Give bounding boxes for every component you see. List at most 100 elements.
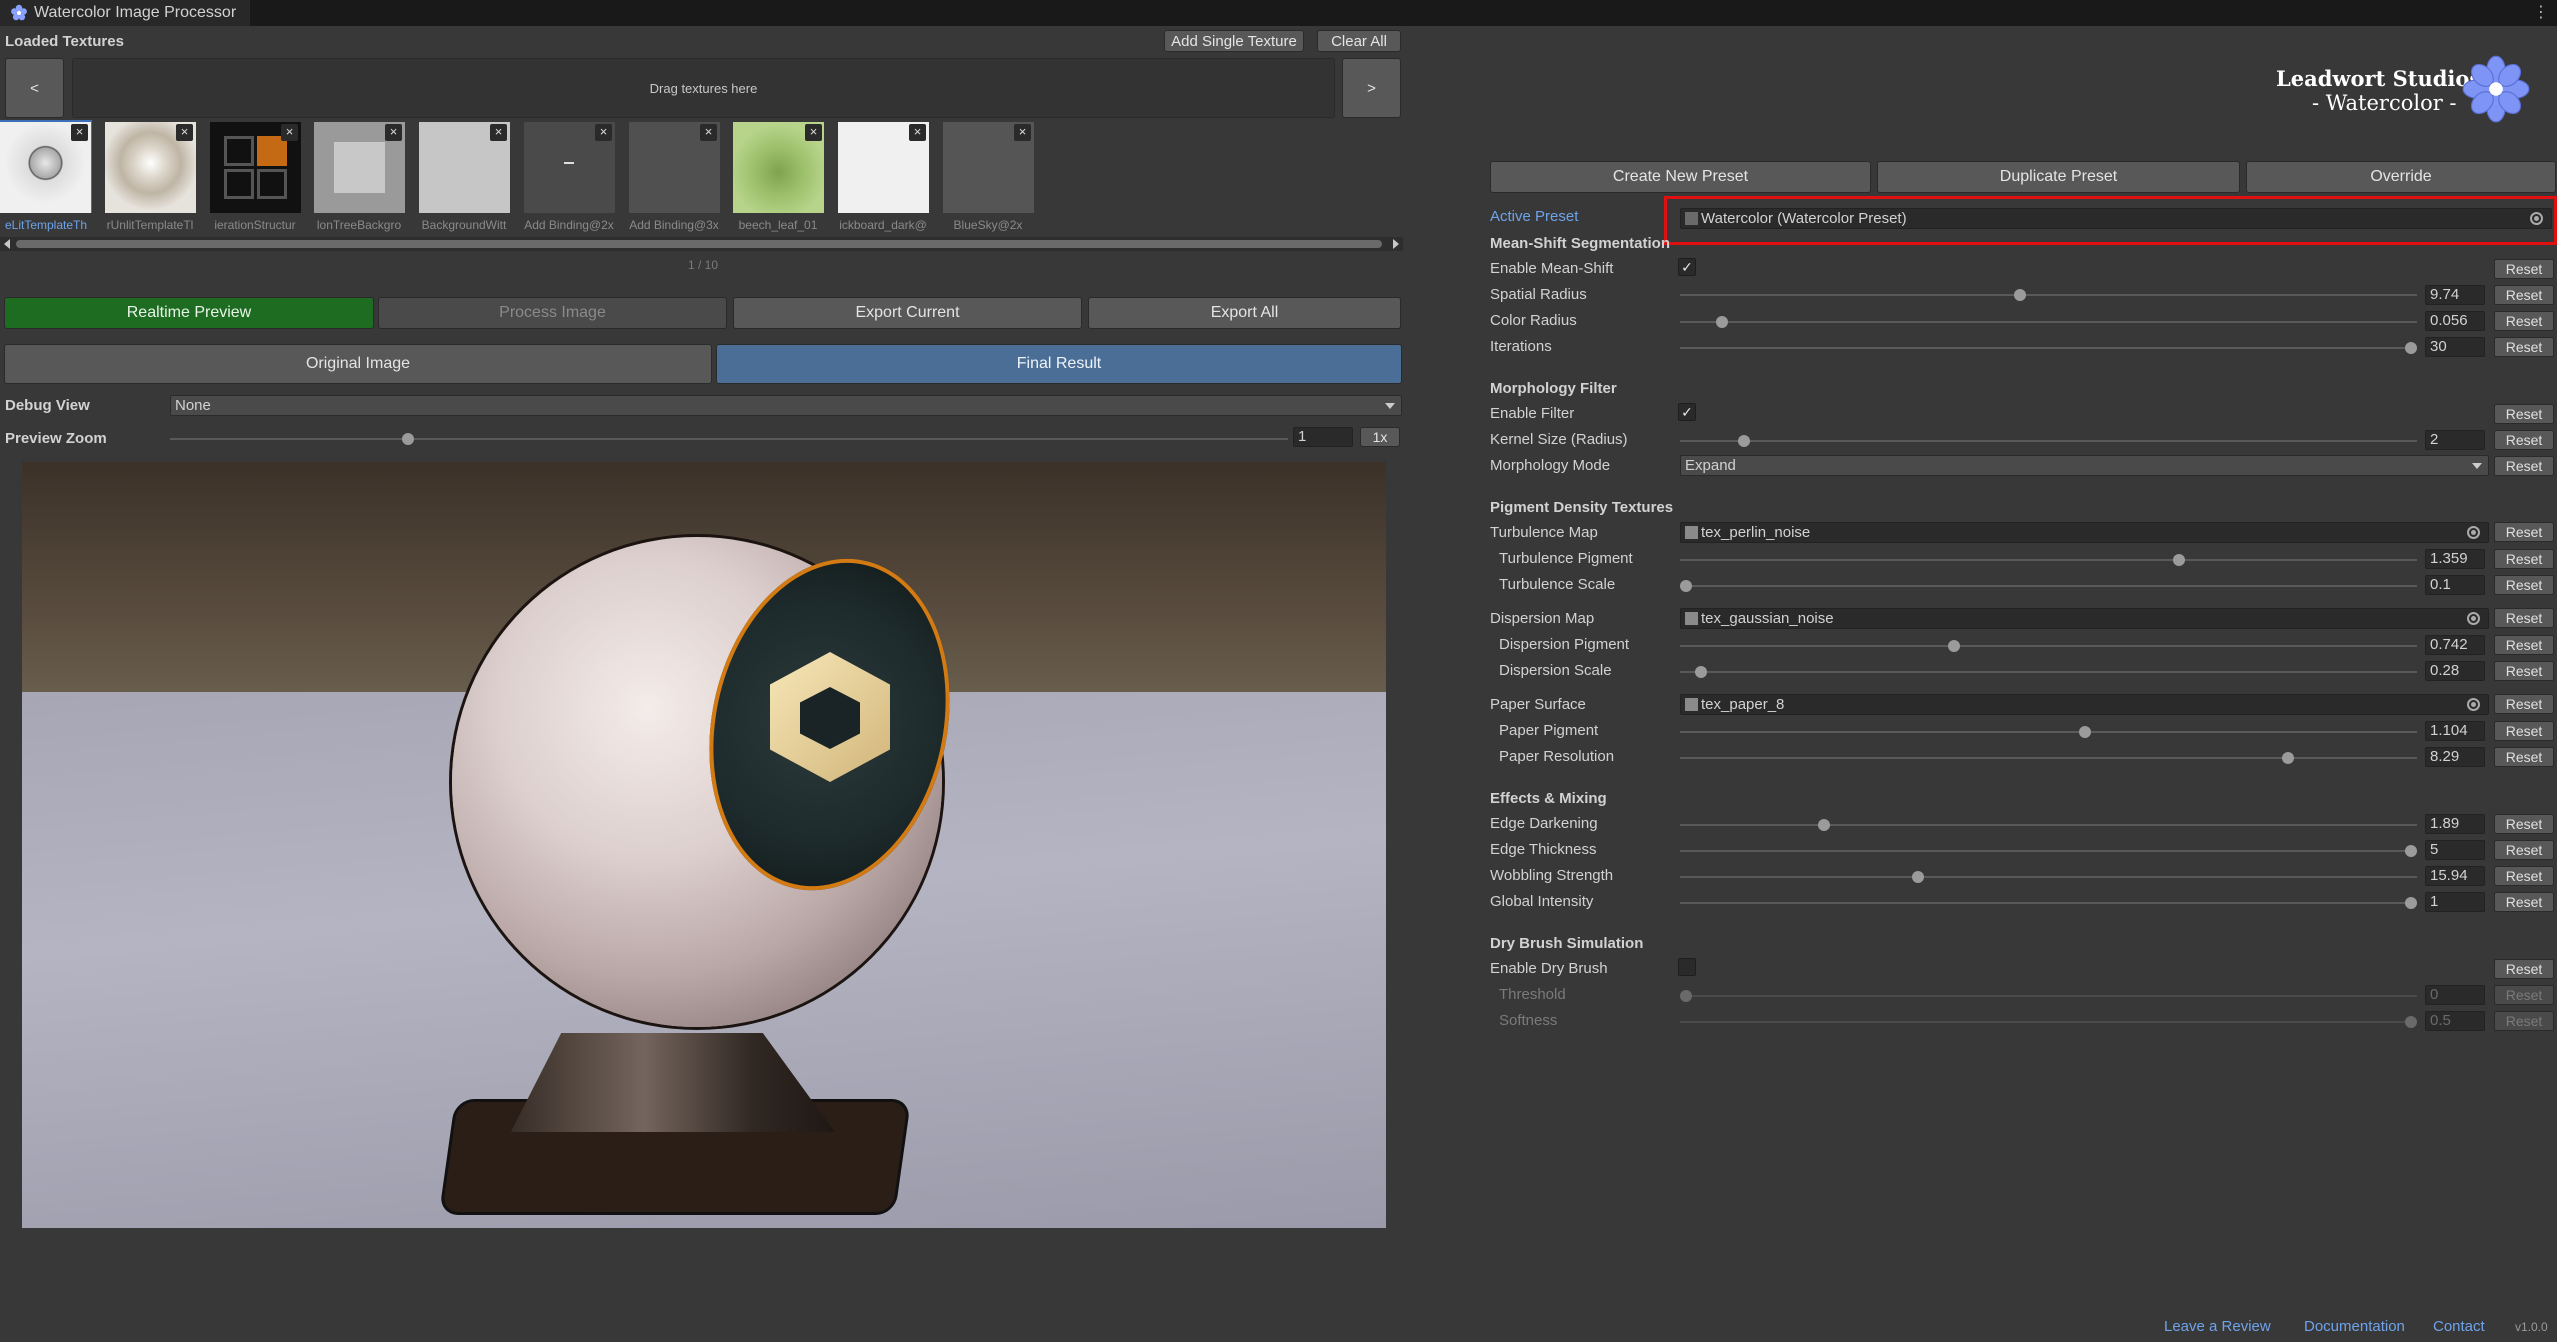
reset-button[interactable]: Reset	[2494, 456, 2554, 476]
wobbling-strength-input[interactable]: 15.94	[2425, 866, 2485, 886]
remove-texture-button[interactable]: ×	[490, 124, 507, 141]
slider-handle[interactable]	[2281, 752, 2294, 764]
paper-pigment-slider[interactable]	[1680, 726, 2417, 738]
next-page-button[interactable]: >	[1342, 58, 1401, 118]
color-radius-slider[interactable]	[1680, 316, 2417, 328]
spatial-radius-slider[interactable]	[1680, 289, 2417, 301]
scroll-right-icon[interactable]	[1393, 239, 1399, 249]
thumbnail-scrollbar[interactable]	[0, 237, 1403, 251]
reset-button[interactable]: Reset	[2494, 311, 2554, 331]
dispersion-map-field[interactable]: tex_gaussian_noise	[1680, 608, 2489, 629]
slider-handle[interactable]	[402, 433, 415, 445]
active-preset-field[interactable]: Watercolor (Watercolor Preset)	[1680, 208, 2552, 229]
reset-button[interactable]: Reset	[2494, 694, 2554, 714]
slider-handle[interactable]	[2078, 726, 2091, 738]
slider-handle[interactable]	[1680, 990, 1692, 1002]
reset-button[interactable]: Reset	[2494, 840, 2554, 860]
remove-texture-button[interactable]: ×	[909, 124, 926, 141]
reset-button[interactable]: Reset	[2494, 522, 2554, 542]
preview-zoom-slider[interactable]	[170, 433, 1288, 445]
clear-all-button[interactable]: Clear All	[1317, 30, 1401, 52]
color-radius-input[interactable]: 0.056	[2425, 311, 2485, 331]
threshold-slider[interactable]	[1680, 990, 2417, 1002]
remove-texture-button[interactable]: ×	[595, 124, 612, 141]
dispersion-scale-input[interactable]: 0.28	[2425, 661, 2485, 681]
original-image-tab[interactable]: Original Image	[4, 344, 712, 384]
paper-resolution-slider[interactable]	[1680, 752, 2417, 764]
texture-drop-zone[interactable]: Drag textures here	[72, 58, 1335, 118]
turbulence-scale-input[interactable]: 0.1	[2425, 575, 2485, 595]
contact-link[interactable]: Contact	[2433, 1318, 2485, 1335]
window-menu-icon[interactable]: ⋮	[2533, 2, 2549, 22]
reset-button[interactable]: Reset	[2494, 549, 2554, 569]
global-intensity-input[interactable]: 1	[2425, 892, 2485, 912]
turbulence-scale-slider[interactable]	[1680, 580, 2417, 592]
override-button[interactable]: Override	[2246, 161, 2556, 193]
reset-button[interactable]: Reset	[2494, 721, 2554, 741]
debug-view-dropdown[interactable]: None	[170, 395, 1402, 416]
slider-handle[interactable]	[1680, 580, 1692, 592]
iterations-input[interactable]: 30	[2425, 337, 2485, 357]
create-new-preset-button[interactable]: Create New Preset	[1490, 161, 1871, 193]
reset-button[interactable]: Reset	[2494, 866, 2554, 886]
remove-texture-button[interactable]: ×	[281, 124, 298, 141]
edge-darkening-input[interactable]: 1.89	[2425, 814, 2485, 834]
remove-texture-button[interactable]: ×	[385, 124, 402, 141]
softness-slider[interactable]	[1680, 1016, 2417, 1028]
object-picker-icon[interactable]	[2467, 698, 2480, 711]
reset-button[interactable]: Reset	[2494, 985, 2554, 1005]
edge-thickness-slider[interactable]	[1680, 845, 2417, 857]
preview-zoom-input[interactable]: 1	[1293, 427, 1353, 447]
reset-button[interactable]: Reset	[2494, 337, 2554, 357]
reset-button[interactable]: Reset	[2494, 259, 2554, 279]
reset-button[interactable]: Reset	[2494, 285, 2554, 305]
paper-resolution-input[interactable]: 8.29	[2425, 747, 2485, 767]
remove-texture-button[interactable]: ×	[805, 124, 822, 141]
object-picker-icon[interactable]	[2530, 212, 2543, 225]
final-result-tab[interactable]: Final Result	[716, 344, 1402, 384]
export-all-button[interactable]: Export All	[1088, 297, 1401, 329]
morphology-mode-dropdown[interactable]: Expand	[1680, 455, 2489, 476]
scroll-left-icon[interactable]	[4, 239, 10, 249]
documentation-link[interactable]: Documentation	[2304, 1318, 2405, 1335]
prev-page-button[interactable]: <	[5, 58, 64, 118]
wobbling-strength-slider[interactable]	[1680, 871, 2417, 883]
threshold-input[interactable]: 0	[2425, 985, 2485, 1005]
turbulence-pigment-input[interactable]: 1.359	[2425, 549, 2485, 569]
spatial-radius-input[interactable]: 9.74	[2425, 285, 2485, 305]
reset-button[interactable]: Reset	[2494, 814, 2554, 834]
reset-button[interactable]: Reset	[2494, 430, 2554, 450]
slider-handle[interactable]	[1948, 640, 1961, 652]
slider-handle[interactable]	[1817, 819, 1830, 831]
edge-darkening-slider[interactable]	[1680, 819, 2417, 831]
export-current-button[interactable]: Export Current	[733, 297, 1082, 329]
global-intensity-slider[interactable]	[1680, 897, 2417, 909]
paper-surface-field[interactable]: tex_paper_8	[1680, 694, 2489, 715]
enable-filter-checkbox[interactable]: ✓	[1678, 403, 1696, 421]
slider-handle[interactable]	[1738, 435, 1750, 447]
enable-dry-brush-checkbox[interactable]	[1678, 958, 1696, 976]
object-picker-icon[interactable]	[2467, 526, 2480, 539]
slider-handle[interactable]	[1912, 871, 1924, 883]
reset-button[interactable]: Reset	[2494, 575, 2554, 595]
reset-button[interactable]: Reset	[2494, 661, 2554, 681]
dispersion-scale-slider[interactable]	[1680, 666, 2417, 678]
reset-button[interactable]: Reset	[2494, 608, 2554, 628]
dispersion-pigment-slider[interactable]	[1680, 640, 2417, 652]
reset-button[interactable]: Reset	[2494, 1011, 2554, 1031]
enable-mean-shift-checkbox[interactable]: ✓	[1678, 258, 1696, 276]
slider-handle[interactable]	[2405, 845, 2417, 857]
edge-thickness-input[interactable]: 5	[2425, 840, 2485, 860]
turbulence-map-field[interactable]: tex_perlin_noise	[1680, 522, 2489, 543]
slider-handle[interactable]	[2173, 554, 2185, 566]
softness-input[interactable]: 0.5	[2425, 1011, 2485, 1031]
reset-button[interactable]: Reset	[2494, 959, 2554, 979]
reset-button[interactable]: Reset	[2494, 747, 2554, 767]
window-tab[interactable]: Watercolor Image Processor	[0, 0, 250, 26]
reset-button[interactable]: Reset	[2494, 404, 2554, 424]
kernel-size-input[interactable]: 2	[2425, 430, 2485, 450]
paper-pigment-input[interactable]: 1.104	[2425, 721, 2485, 741]
reset-button[interactable]: Reset	[2494, 892, 2554, 912]
duplicate-preset-button[interactable]: Duplicate Preset	[1877, 161, 2240, 193]
remove-texture-button[interactable]: ×	[700, 124, 717, 141]
